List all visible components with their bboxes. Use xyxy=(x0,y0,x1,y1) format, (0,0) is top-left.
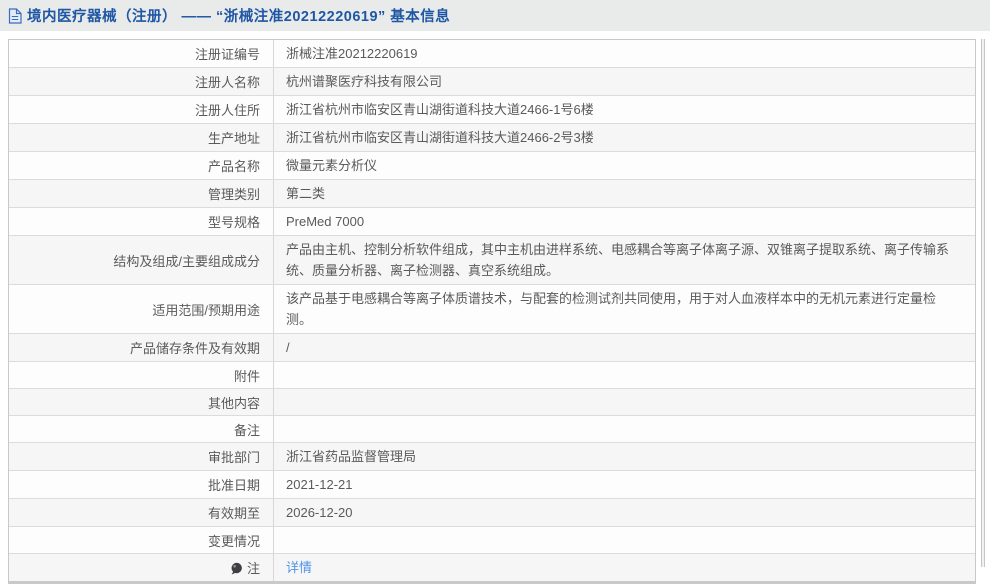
row-value xyxy=(274,389,975,415)
row-value xyxy=(274,362,975,388)
table-row: 审批部门 浙江省药品监督管理局 xyxy=(9,443,975,471)
row-value: 详情 xyxy=(274,554,975,581)
row-value-text: 该产品基于电感耦合等离子体质谱技术，与配套的检测试剂共同使用，用于对人血液样本中… xyxy=(286,291,937,327)
table-row: 适用范围/预期用途 该产品基于电感耦合等离子体质谱技术，与配套的检测试剂共同使用… xyxy=(9,285,975,334)
row-label: 备注 xyxy=(9,416,274,442)
row-value: 杭州谱聚医疗科技有限公司 xyxy=(286,74,443,89)
registration-info-table: 注册证编号 浙械注准20212220619 注册人名称 杭州谱聚医疗科技有限公司… xyxy=(8,39,976,584)
table-row: 产品名称 微量元素分析仪 xyxy=(9,152,975,180)
row-label: 注册人名称 xyxy=(9,68,274,95)
row-value: 浙江省杭州市临安区青山湖街道科技大道2466-1号6楼 xyxy=(286,102,594,117)
row-label: 有效期至 xyxy=(9,499,274,526)
row-value: 第二类 xyxy=(286,186,326,201)
table-row: 注册证编号 浙械注准20212220619 xyxy=(9,40,975,68)
table-row: 其他内容 xyxy=(9,389,975,416)
row-value: 浙械注准20212220619 xyxy=(286,46,418,61)
table-row: 有效期至 2026-12-20 xyxy=(9,499,975,527)
table-row: 变更情况 xyxy=(9,527,975,554)
document-icon xyxy=(8,7,22,24)
row-value: 浙江省杭州市临安区青山湖街道科技大道2466-2号3楼 xyxy=(286,130,594,145)
table-row: 备注 xyxy=(9,416,975,443)
row-value: 2021-12-21 xyxy=(286,477,353,492)
row-value xyxy=(274,416,975,442)
row-value: 浙江省药品监督管理局 xyxy=(286,449,417,464)
row-label: 结构及组成/主要组成成分 xyxy=(9,236,274,284)
table-row: 管理类别 第二类 xyxy=(9,180,975,208)
table-row: 附件 xyxy=(9,362,975,389)
row-value: PreMed 7000 xyxy=(286,214,365,229)
row-value: 2026-12-20 xyxy=(286,505,353,520)
row-label: 管理类别 xyxy=(9,180,274,207)
scrollbar[interactable] xyxy=(981,39,985,567)
table-row: 结构及组成/主要组成成分 产品由主机、控制分析软件组成，其中主机由进样系统、电感… xyxy=(9,236,975,285)
page-header: 境内医疗器械（注册） —— “浙械注准20212220619” 基本信息 xyxy=(0,0,990,31)
table-row: 注册人住所 浙江省杭州市临安区青山湖街道科技大道2466-1号6楼 xyxy=(9,96,975,124)
row-label: 型号规格 xyxy=(9,208,274,235)
row-label: 产品名称 xyxy=(9,152,274,179)
row-value: 该产品基于电感耦合等离子体质谱技术，与配套的检测试剂共同使用，用于对人血液样本中… xyxy=(274,285,975,333)
row-label-text: 注 xyxy=(246,561,260,576)
row-value: / xyxy=(286,340,290,355)
table-row: 型号规格 PreMed 7000 xyxy=(9,208,975,236)
row-value xyxy=(274,527,975,553)
row-value: 微量元素分析仪 xyxy=(286,158,378,173)
row-label: 变更情况 xyxy=(9,527,274,553)
details-link[interactable]: 详情 xyxy=(286,557,312,578)
row-value-text: 产品由主机、控制分析软件组成，其中主机由进样系统、电感耦合等离子体离子源、双锥离… xyxy=(286,242,950,278)
row-label: 适用范围/预期用途 xyxy=(9,285,274,333)
row-label: 附件 xyxy=(9,362,274,388)
row-label: 产品储存条件及有效期 xyxy=(9,334,274,361)
row-label: 审批部门 xyxy=(9,443,274,470)
table-row-note: 注 详情 xyxy=(9,554,975,581)
row-label: 生产地址 xyxy=(9,124,274,151)
table-row: 产品储存条件及有效期 / xyxy=(9,334,975,362)
table-row: 注册人名称 杭州谱聚医疗科技有限公司 xyxy=(9,68,975,96)
note-balloon-icon xyxy=(230,562,243,576)
row-label: 注 xyxy=(9,554,274,581)
row-label: 注册人住所 xyxy=(9,96,274,123)
page-title: 境内医疗器械（注册） —— “浙械注准20212220619” 基本信息 xyxy=(27,9,451,25)
table-row: 生产地址 浙江省杭州市临安区青山湖街道科技大道2466-2号3楼 xyxy=(9,124,975,152)
row-label: 其他内容 xyxy=(9,389,274,415)
table-row: 批准日期 2021-12-21 xyxy=(9,471,975,499)
row-value: 产品由主机、控制分析软件组成，其中主机由进样系统、电感耦合等离子体离子源、双锥离… xyxy=(274,236,975,284)
row-label: 注册证编号 xyxy=(9,40,274,67)
row-label: 批准日期 xyxy=(9,471,274,498)
